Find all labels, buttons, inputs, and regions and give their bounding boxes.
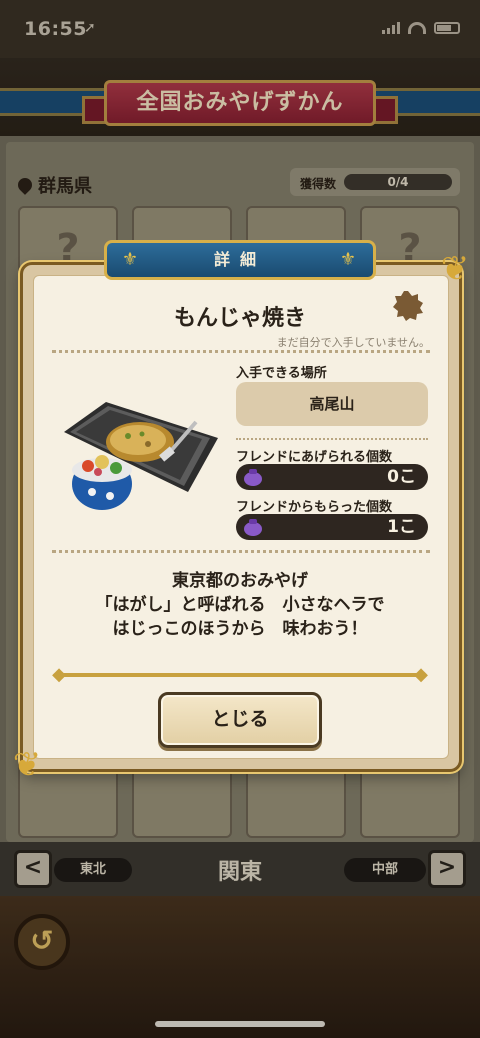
location-label: 入手できる場所 bbox=[236, 366, 327, 381]
location-value: 高尾山 bbox=[236, 382, 428, 426]
giftable-count: 0こ bbox=[236, 464, 428, 490]
dotted-divider bbox=[236, 438, 428, 440]
gear-icon bbox=[393, 291, 423, 321]
fleur-icon: ⚜ bbox=[121, 249, 139, 270]
gold-divider bbox=[58, 673, 424, 677]
received-value: 1こ bbox=[387, 517, 416, 537]
received-label: フレンドからもらった個数 bbox=[236, 500, 393, 515]
fleur-icon: ◆ bbox=[52, 664, 66, 685]
fleur-icon: ⚜ bbox=[339, 249, 357, 270]
monjayaki-illustration bbox=[64, 402, 218, 510]
not-obtained-note: まだ自分で入手していません。 bbox=[276, 336, 430, 349]
giftable-value: 0こ bbox=[387, 467, 416, 487]
fleur-icon: ◆ bbox=[414, 664, 428, 685]
corner-ornament-icon: ❦ bbox=[440, 249, 470, 289]
received-count: 1こ bbox=[236, 514, 428, 540]
giftable-label: フレンドにあげられる個数 bbox=[236, 450, 393, 465]
close-button[interactable]: とじる bbox=[158, 692, 322, 748]
bag-icon bbox=[244, 469, 262, 486]
description-line: 東京都のおみやげ bbox=[172, 571, 308, 591]
description-line: はじっこのほうから 味わおう！ bbox=[112, 619, 368, 639]
dotted-divider bbox=[52, 350, 430, 353]
dotted-divider bbox=[52, 550, 430, 553]
description-line: 「はがし」と呼ばれる 小さなヘラで bbox=[95, 595, 385, 615]
bag-icon bbox=[244, 519, 262, 536]
corner-ornament-icon: ❦ bbox=[12, 745, 42, 785]
item-name: もんじゃ焼き bbox=[173, 306, 306, 331]
